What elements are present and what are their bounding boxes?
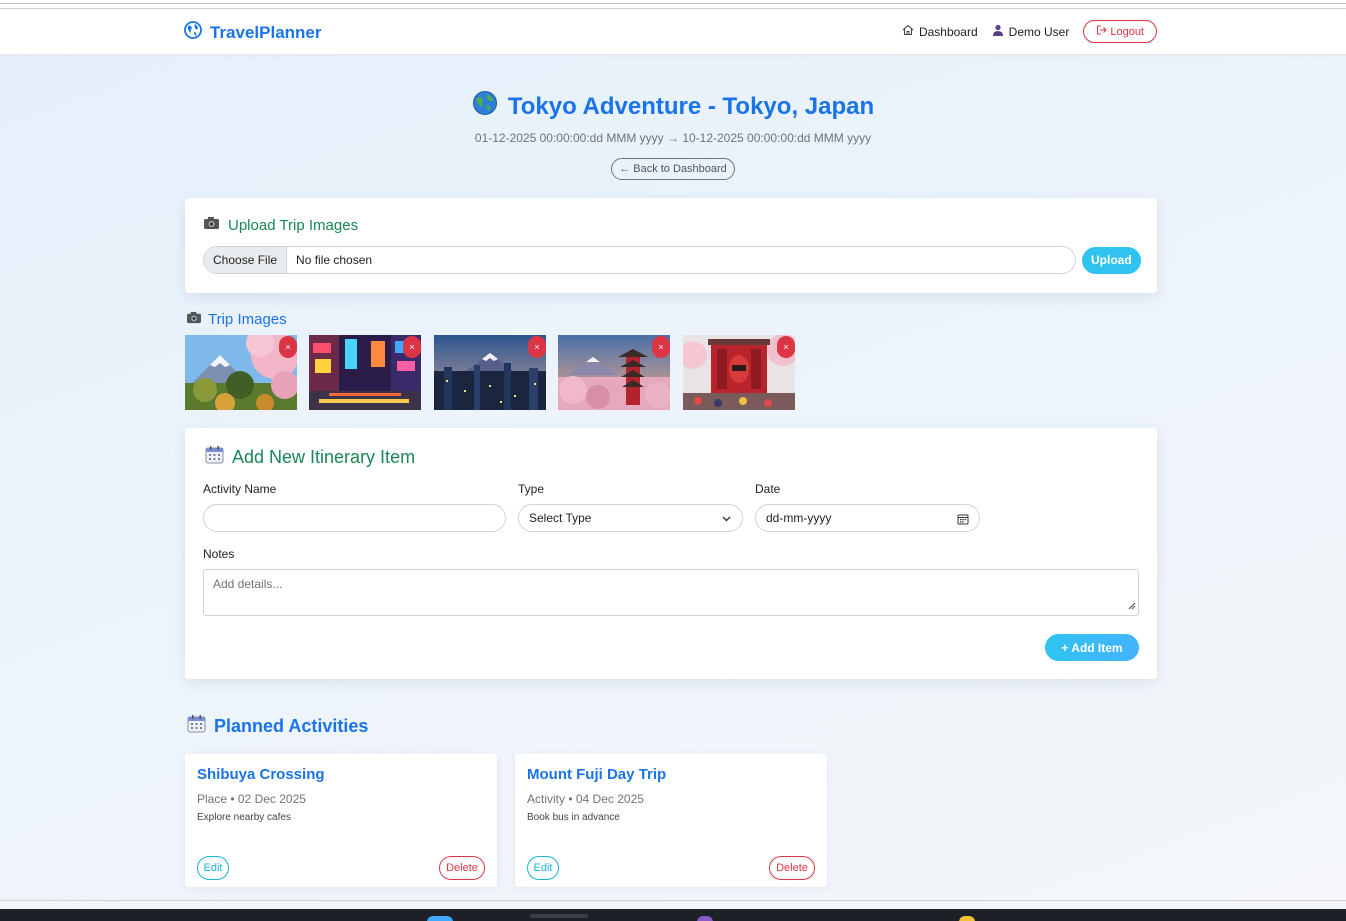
date-placeholder: dd-mm-yyyy — [766, 511, 832, 525]
camera-icon — [203, 216, 220, 234]
activity-name-label: Activity Name — [203, 482, 277, 496]
logout-label: Logout — [1110, 25, 1144, 38]
delete-image-button[interactable]: × — [652, 336, 670, 358]
taskbar-app-icon[interactable] — [427, 916, 453, 921]
chevron-down-icon — [721, 513, 732, 527]
upload-heading: Upload Trip Images — [203, 216, 358, 234]
trip-image[interactable]: × — [683, 335, 795, 410]
back-to-dashboard-button[interactable]: ← Back to Dashboard — [611, 158, 735, 180]
date-input[interactable]: dd-mm-yyyy — [755, 504, 980, 532]
notes-textarea[interactable]: Add details... — [203, 569, 1139, 616]
nav-dashboard-label: Dashboard — [918, 24, 978, 39]
activity-card: Shibuya Crossing Place • 02 Dec 2025 Exp… — [185, 754, 497, 887]
taskbar-app-icon[interactable] — [697, 916, 713, 921]
date-label: Date — [755, 482, 781, 496]
calendar-icon — [187, 714, 206, 738]
itinerary-form-heading-text: Add New Itinerary Item — [232, 446, 416, 467]
trip-title: Tokyo Adventure - Tokyo, Japan — [507, 92, 875, 120]
trip-image[interactable]: × — [185, 335, 297, 410]
activity-note: Book bus in advance — [527, 812, 620, 823]
delete-activity-button[interactable]: Delete — [769, 856, 815, 880]
add-item-button[interactable]: + Add Item — [1045, 634, 1139, 661]
house-icon — [902, 24, 914, 39]
trip-images-heading-text: Trip Images — [208, 311, 287, 328]
trip-image[interactable]: × — [434, 335, 546, 410]
edit-activity-button[interactable]: Edit — [197, 856, 229, 880]
nav-actions: Dashboard Demo User Logout — [902, 20, 1157, 43]
trip-dates: 01-12-2025 00:00:00:dd MMM yyyy → 10-12-… — [474, 131, 872, 145]
calendar-icon — [205, 445, 224, 469]
calendar-picker-icon[interactable] — [957, 513, 969, 528]
nav-user[interactable]: Demo User — [992, 24, 1070, 39]
type-label: Type — [518, 482, 545, 496]
notes-label: Notes — [203, 547, 235, 561]
upload-card: Upload Trip Images Choose File No file c… — [185, 198, 1157, 293]
earth-globe-icon — [472, 90, 498, 123]
trip-images-heading: Trip Images — [186, 311, 287, 328]
delete-image-button[interactable]: × — [279, 336, 297, 358]
browser-bottom-edge — [0, 900, 1346, 909]
logout-button[interactable]: Logout — [1083, 20, 1157, 43]
trip-image[interactable]: × — [309, 335, 421, 410]
delete-image-button[interactable]: × — [528, 336, 546, 358]
upload-button[interactable]: Upload — [1082, 246, 1141, 274]
activity-title: Mount Fuji Day Trip — [527, 766, 667, 783]
itinerary-form-heading: Add New Itinerary Item — [205, 445, 415, 469]
type-select-value: Select Type — [529, 511, 592, 525]
planned-activities-heading-text: Planned Activities — [214, 715, 369, 736]
notes-placeholder: Add details... — [213, 577, 283, 591]
nav-user-label: Demo User — [1008, 24, 1070, 39]
upload-heading-text: Upload Trip Images — [228, 216, 359, 234]
logout-icon — [1096, 25, 1108, 38]
file-upload-row: Choose File No file chosen Upload — [203, 246, 1141, 274]
itinerary-form-card: Add New Itinerary Item Activity Name Typ… — [185, 428, 1157, 679]
user-icon — [992, 24, 1004, 39]
activity-title: Shibuya Crossing — [197, 766, 325, 783]
activity-card: Mount Fuji Day Trip Activity • 04 Dec 20… — [515, 754, 827, 887]
activity-meta: Activity • 04 Dec 2025 — [527, 792, 644, 806]
edit-activity-button[interactable]: Edit — [527, 856, 559, 880]
camera-icon — [186, 311, 202, 328]
trip-header: Tokyo Adventure - Tokyo, Japan 01-12-202… — [0, 90, 1346, 180]
delete-image-button[interactable]: × — [403, 336, 421, 358]
file-status: No file chosen — [296, 253, 373, 267]
delete-image-button[interactable]: × — [777, 336, 795, 358]
taskbar-app-icon[interactable] — [959, 916, 975, 921]
browser-top-edge — [0, 0, 1346, 9]
activity-meta: Place • 02 Dec 2025 — [197, 792, 306, 806]
nav-dashboard-link[interactable]: Dashboard — [902, 24, 978, 39]
activity-note: Explore nearby cafes — [197, 812, 291, 823]
planned-activities-heading: Planned Activities — [187, 714, 368, 738]
delete-activity-button[interactable]: Delete — [439, 856, 485, 880]
page-title: Tokyo Adventure - Tokyo, Japan — [472, 90, 874, 123]
globe-icon — [184, 21, 202, 44]
resize-handle-icon[interactable] — [1126, 599, 1136, 613]
brand[interactable]: TravelPlanner — [184, 21, 322, 44]
activity-name-input[interactable] — [203, 504, 506, 532]
type-select[interactable]: Select Type — [518, 504, 743, 532]
taskbar — [0, 909, 1346, 921]
brand-name: TravelPlanner — [210, 22, 322, 42]
taskbar-app-icon[interactable] — [530, 914, 588, 918]
choose-file-button[interactable]: Choose File — [204, 247, 288, 273]
navbar: TravelPlanner Dashboard Demo User Logout — [0, 9, 1346, 55]
file-input[interactable]: Choose File No file chosen — [203, 246, 1076, 274]
trip-image[interactable]: × — [558, 335, 670, 410]
